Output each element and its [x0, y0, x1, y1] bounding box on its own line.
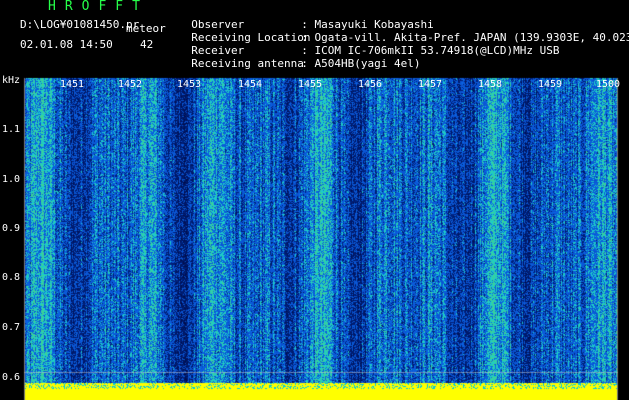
- y-tick: 0.6: [2, 372, 21, 383]
- app-title: HROFFT: [48, 0, 149, 14]
- y-tick: 0.8: [2, 272, 21, 283]
- meteor-label: meteor: [126, 22, 166, 35]
- x-tick: 1451: [60, 79, 85, 90]
- y-tick: 0.9: [2, 223, 21, 234]
- y-tick: 1.1: [2, 124, 21, 135]
- x-tick: 1453: [177, 79, 202, 90]
- x-tick: 1459: [538, 79, 563, 90]
- x-tick: 1457: [418, 79, 443, 90]
- x-tick: 1454: [238, 79, 263, 90]
- y-tick: 1.0: [2, 174, 21, 185]
- antenna-key: Receiving antenna: [191, 57, 304, 70]
- y-axis-unit: kHz: [2, 75, 21, 86]
- x-tick: 1452: [118, 79, 143, 90]
- antenna-row: Receiving antenna: A504HB(yagi 4el): [178, 44, 420, 70]
- x-tick: 1500: [596, 79, 621, 90]
- log-file-path: D:\LOG¥01081450.pr: [20, 18, 140, 31]
- x-tick: 1456: [358, 79, 383, 90]
- antenna-value: : A504HB(yagi 4el): [301, 57, 421, 70]
- y-tick: 0.7: [2, 322, 21, 333]
- x-tick: 1458: [478, 79, 503, 90]
- x-tick: 1455: [298, 79, 323, 90]
- datetime-label: 02.01.08 14:50: [20, 38, 113, 51]
- meteor-count: 42: [140, 38, 154, 51]
